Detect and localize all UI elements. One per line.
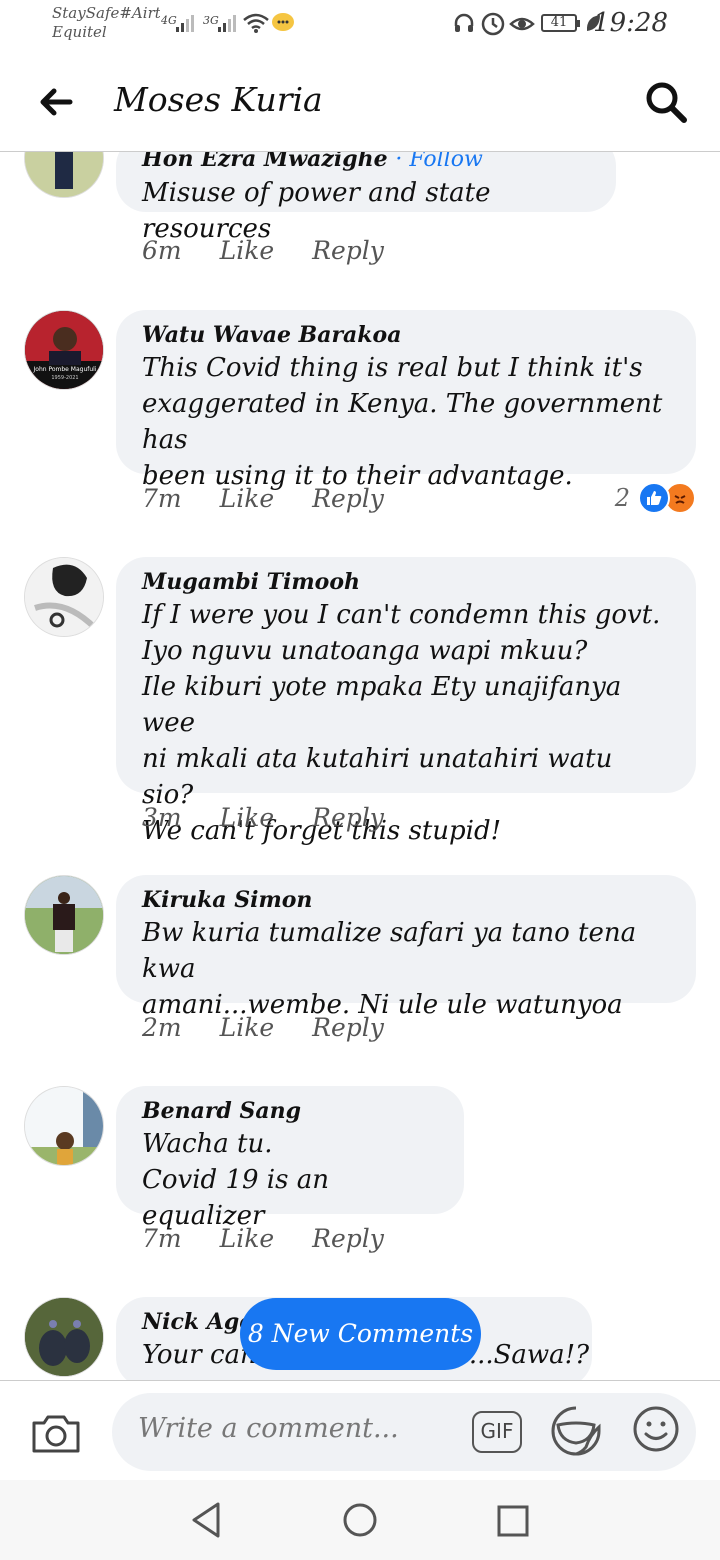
camera-icon[interactable] <box>30 1411 82 1455</box>
headset-icon <box>454 13 474 32</box>
author-name[interactable]: Benard Sang <box>142 1096 438 1126</box>
reply-button[interactable]: Reply <box>312 236 384 265</box>
comment-input-placeholder[interactable]: Write a comment... <box>138 1413 399 1444</box>
comment-time[interactable]: 6m <box>142 236 182 265</box>
avatar-years: 1959-2021 <box>51 375 78 381</box>
network-4g-label: 4G <box>161 14 177 27</box>
comment-actions: 6m Like Reply <box>142 236 384 265</box>
avatar[interactable] <box>24 1297 104 1377</box>
reactions-summary[interactable]: 2 <box>615 482 696 514</box>
avatar[interactable] <box>24 875 104 955</box>
follow-link[interactable]: · Follow <box>395 152 482 172</box>
comment-bubble[interactable]: Watu Wavae Barakoa This Covid thing is r… <box>116 310 696 491</box>
system-nav-bar <box>0 1480 720 1560</box>
emoji-icon[interactable] <box>632 1405 680 1453</box>
nav-back-icon[interactable] <box>188 1500 224 1540</box>
wifi-icon <box>243 13 269 33</box>
comment-bubble[interactable]: Benard Sang Wacha tu. Covid 19 is an equ… <box>116 1086 464 1231</box>
reply-button[interactable]: Reply <box>312 1224 384 1253</box>
reply-button[interactable]: Reply <box>312 803 384 832</box>
back-arrow-icon[interactable] <box>34 80 78 124</box>
avatar-photo <box>25 1298 103 1376</box>
avatar[interactable]: John Pombe Magufuli 1959-2021 <box>24 310 104 390</box>
eye-comfort-icon <box>509 17 535 31</box>
app-header: Moses Kuria <box>0 56 720 152</box>
new-comments-button[interactable]: 8 New Comments <box>240 1298 481 1370</box>
avatar[interactable] <box>24 1086 104 1166</box>
avatar[interactable] <box>24 152 104 198</box>
signal-2-icon <box>218 12 236 32</box>
status-bar: StaySafe#Airtel Equitel 4G 3G 41 19:28 <box>0 0 720 56</box>
data-saver-icon <box>481 12 505 36</box>
author-name[interactable]: Hon Ezra Mwazighe <box>142 152 388 172</box>
avatar-caption: John Pombe Magufuli <box>33 366 97 373</box>
carrier-line-2: Equitel <box>52 23 107 41</box>
like-button[interactable]: Like <box>220 1224 275 1253</box>
reaction-count: 2 <box>614 484 630 512</box>
avatar-photo <box>25 152 103 197</box>
comment-text: Wacha tu. Covid 19 is an equalizer <box>142 1129 329 1231</box>
sticker-icon[interactable] <box>550 1405 602 1457</box>
comment-time[interactable]: 7m <box>142 1224 182 1253</box>
comment-text: Bw kuria tumalize safari ya tano tena kw… <box>142 918 637 1020</box>
author-name[interactable]: Kiruka Simon <box>142 885 670 915</box>
comments-list: Hon Ezra Mwazighe · Follow Misuse of pow… <box>0 152 720 1380</box>
clock: 19:28 <box>593 8 668 38</box>
avatar[interactable] <box>24 557 104 637</box>
nav-home-icon[interactable] <box>342 1500 378 1540</box>
avatar-photo <box>25 876 103 954</box>
like-button[interactable]: Like <box>220 236 275 265</box>
comment-time[interactable]: 3m <box>142 803 182 832</box>
page-title: Moses Kuria <box>114 80 323 119</box>
comment-text-start: Your can <box>142 1340 257 1370</box>
gif-button[interactable]: GIF <box>472 1411 522 1453</box>
comment-actions: 7m Like Reply <box>142 484 384 513</box>
like-button[interactable]: Like <box>220 484 275 513</box>
like-reaction-icon <box>638 482 670 514</box>
comment-bubble[interactable]: Hon Ezra Mwazighe · Follow Misuse of pow… <box>116 152 616 244</box>
comment-actions: 7m Like Reply <box>142 1224 384 1253</box>
like-button[interactable]: Like <box>220 1013 275 1042</box>
comment-text-end: ...Sawa!? <box>468 1340 590 1370</box>
comment-actions: 3m Like Reply <box>142 803 384 832</box>
signal-1-icon <box>176 12 194 32</box>
comment-bubble[interactable]: Kiruka Simon Bw kuria tumalize safari ya… <box>116 875 696 1020</box>
avatar-photo <box>25 558 103 636</box>
avatar-photo <box>25 1087 103 1165</box>
comment-time[interactable]: 7m <box>142 484 182 513</box>
like-button[interactable]: Like <box>220 803 275 832</box>
battery-indicator: 41 <box>541 14 580 32</box>
reply-button[interactable]: Reply <box>312 1013 384 1042</box>
reply-button[interactable]: Reply <box>312 484 384 513</box>
comment-actions: 2m Like Reply <box>142 1013 384 1042</box>
network-3g-label: 3G <box>203 14 219 27</box>
comment-author[interactable]: Hon Ezra Mwazighe · Follow <box>142 152 590 175</box>
messenger-bubble-icon <box>272 13 294 31</box>
author-name[interactable]: Watu Wavae Barakoa <box>142 320 670 350</box>
comment-text: This Covid thing is real but I think it'… <box>142 353 663 491</box>
search-icon[interactable] <box>642 78 690 126</box>
author-name[interactable]: Mugambi Timooh <box>142 567 670 597</box>
avatar-photo: John Pombe Magufuli 1959-2021 <box>25 311 103 389</box>
comment-time[interactable]: 2m <box>142 1013 182 1042</box>
carrier-line-1: StaySafe#Airtel <box>52 4 160 22</box>
comment-bubble[interactable]: Mugambi Timooh If I were you I can't con… <box>116 557 696 846</box>
nav-recent-apps-icon[interactable] <box>496 1504 530 1538</box>
comment-composer: Write a comment... GIF <box>0 1380 720 1480</box>
carrier-info: StaySafe#Airtel Equitel <box>52 4 160 42</box>
